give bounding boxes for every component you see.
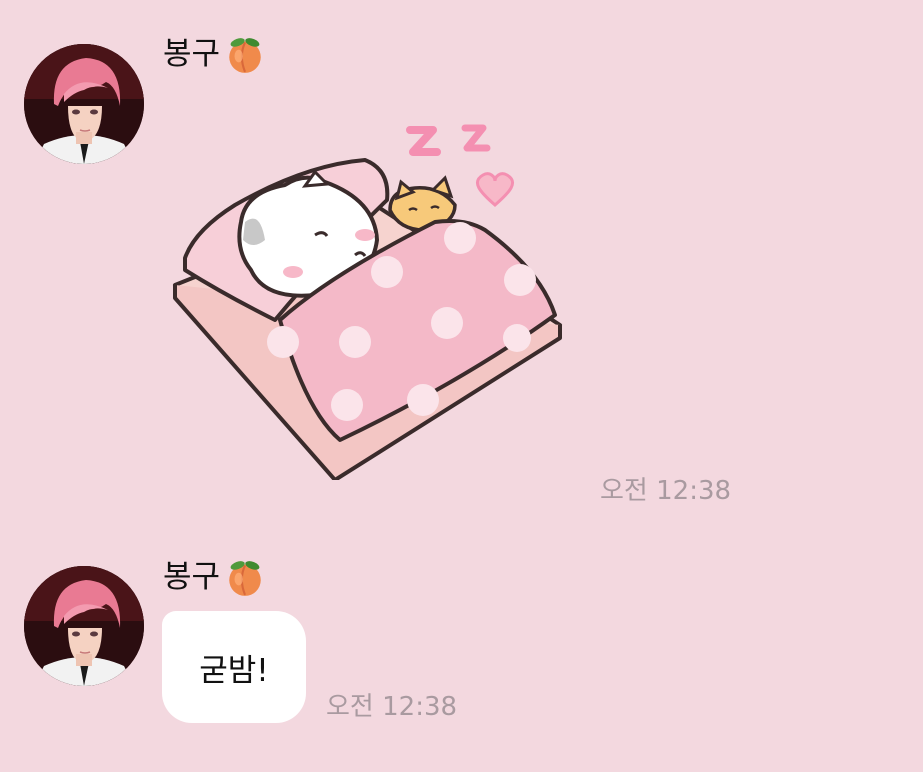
pink-haired-man-avatar-icon xyxy=(24,44,144,164)
sender-name: 봉구 xyxy=(163,35,221,72)
sleeping-cats-in-bed-sticker-icon xyxy=(173,124,562,480)
message-timestamp: 오전 12:38 xyxy=(600,476,732,506)
sender-name: 봉구 xyxy=(163,558,221,595)
sender-avatar[interactable] xyxy=(24,566,144,686)
sender-name-row: 봉구 xyxy=(163,33,266,75)
sleeping-cats-sticker[interactable] xyxy=(165,110,565,480)
sender-avatar[interactable] xyxy=(24,44,144,164)
sender-name-row: 봉구 xyxy=(163,556,266,598)
pink-haired-man-avatar-icon xyxy=(24,566,144,686)
message-timestamp: 오전 12:38 xyxy=(326,692,458,722)
peach-icon xyxy=(229,561,261,596)
peach-icon xyxy=(229,38,261,73)
message-bubble[interactable]: 굳밤! xyxy=(162,611,306,723)
message-text: 굳밤! xyxy=(199,652,269,689)
